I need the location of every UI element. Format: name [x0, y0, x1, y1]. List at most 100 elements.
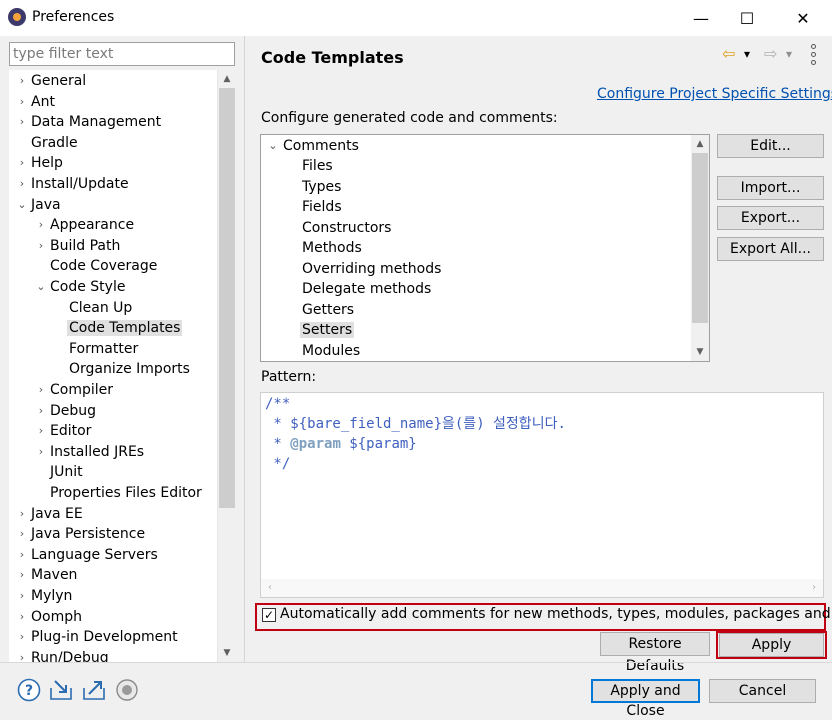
expand-icon[interactable]: › — [16, 112, 28, 132]
filter-input[interactable] — [10, 43, 234, 65]
pattern-editor[interactable]: /** * ${bare_field_name}을(를) 설정합니다. * @p… — [260, 392, 824, 598]
tree-item[interactable]: Formatter — [69, 339, 138, 359]
expand-icon[interactable]: › — [35, 442, 47, 462]
minimize-button[interactable]: — — [678, 0, 724, 36]
oomph-icon[interactable] — [115, 678, 139, 702]
auto-comments-label[interactable]: Automatically add comments for new metho… — [280, 606, 832, 622]
expand-icon[interactable]: › — [16, 607, 28, 627]
expand-icon[interactable]: › — [16, 153, 28, 173]
auto-comments-checkbox[interactable]: ✓ — [262, 608, 276, 622]
scroll-right-icon[interactable]: › — [805, 579, 823, 597]
expand-icon[interactable]: › — [16, 627, 28, 647]
tree-item[interactable]: Code Templates — [67, 318, 183, 338]
expand-icon[interactable]: › — [16, 174, 28, 194]
expand-icon[interactable]: › — [35, 421, 47, 441]
template-item[interactable]: Getters — [302, 300, 354, 320]
collapse-icon[interactable]: ⌄ — [35, 277, 47, 297]
template-item[interactable]: Constructors — [302, 218, 391, 238]
tree-item[interactable]: › Language Servers — [20, 545, 158, 565]
template-item[interactable]: Modules — [302, 341, 360, 361]
scroll-down-icon[interactable]: ▼ — [218, 644, 236, 662]
tree-item[interactable]: › General — [20, 71, 86, 91]
help-icon[interactable]: ? — [17, 678, 41, 702]
back-dropdown-icon[interactable]: ▾ — [744, 47, 750, 61]
tree-item[interactable]: › Debug — [39, 401, 96, 421]
expand-icon[interactable]: › — [35, 401, 47, 421]
tree-item[interactable]: Organize Imports — [69, 359, 190, 379]
view-menu-icon[interactable] — [808, 44, 818, 65]
export-all-button[interactable]: Export All... — [717, 237, 824, 261]
tree-scrollbar[interactable]: ▲ ▼ — [217, 70, 235, 662]
forward-dropdown-icon[interactable]: ▾ — [786, 47, 792, 61]
template-item[interactable]: Delegate methods — [302, 279, 431, 299]
cancel-button[interactable]: Cancel — [709, 679, 816, 703]
tree-item[interactable]: ⌄ Code Style — [36, 277, 125, 297]
tree-item[interactable]: › Maven — [20, 565, 78, 585]
tree-item[interactable]: Properties Files Editor — [50, 483, 202, 503]
template-item[interactable]: Methods — [302, 238, 362, 258]
export-button[interactable]: Export... — [717, 206, 824, 230]
import-button[interactable]: Import... — [717, 176, 824, 200]
templates-scrollbar[interactable]: ▲ ▼ — [691, 135, 709, 361]
tree-item[interactable]: › Install/Update — [20, 174, 129, 194]
tree-item[interactable]: › Plug-in Development — [20, 627, 178, 647]
tree-item[interactable]: › Java EE — [20, 504, 83, 524]
tree-item[interactable]: › Installed JREs — [39, 442, 144, 462]
expand-icon[interactable]: › — [16, 524, 28, 544]
tree-item[interactable]: › Mylyn — [20, 586, 73, 606]
back-arrow-icon[interactable]: ⇦ — [722, 44, 735, 63]
expand-icon[interactable]: › — [16, 648, 28, 662]
templates-root-item[interactable]: ⌄ Comments — [268, 136, 359, 156]
expand-icon[interactable]: › — [16, 586, 28, 606]
scroll-up-icon[interactable]: ▲ — [691, 135, 709, 153]
filter-box[interactable] — [9, 42, 235, 66]
expand-icon[interactable]: › — [35, 236, 47, 256]
pattern-hscrollbar[interactable]: ‹ › — [261, 579, 823, 597]
scroll-down-icon[interactable]: ▼ — [691, 343, 709, 361]
scroll-up-icon[interactable]: ▲ — [218, 70, 236, 88]
apply-and-close-button[interactable]: Apply and Close — [591, 679, 700, 719]
template-item[interactable]: Setters — [300, 320, 355, 340]
tree-item[interactable]: › Compiler — [39, 380, 113, 400]
tree-item[interactable]: › Run/Debug — [20, 648, 109, 662]
tree-item[interactable]: ⌄ Java — [17, 195, 60, 215]
tree-item[interactable]: › Ant — [20, 92, 55, 112]
tree-item[interactable]: › Build Path — [39, 236, 121, 256]
export-icon[interactable] — [82, 678, 106, 702]
template-item[interactable]: Fields — [302, 197, 342, 217]
tree-scroll-thumb[interactable] — [219, 88, 235, 508]
tree-item[interactable]: Code Coverage — [50, 256, 157, 276]
maximize-button[interactable]: ☐ — [724, 0, 770, 36]
tree-item[interactable]: JUnit — [50, 462, 83, 482]
collapse-icon[interactable]: ⌄ — [267, 136, 279, 156]
tree-item[interactable]: › Editor — [39, 421, 92, 441]
edit-button[interactable]: Edit... — [717, 134, 824, 158]
expand-icon[interactable]: › — [16, 545, 28, 565]
template-item[interactable]: Types — [302, 177, 341, 197]
expand-icon[interactable]: › — [35, 215, 47, 235]
pattern-code[interactable]: /** * ${bare_field_name}을(를) 설정합니다. * @p… — [265, 394, 566, 474]
expand-icon[interactable]: › — [35, 380, 47, 400]
tree-item[interactable]: › Help — [20, 153, 63, 173]
configure-project-link[interactable]: Configure Project Specific Settings... — [597, 86, 832, 102]
forward-arrow-icon[interactable]: ⇨ — [764, 44, 777, 63]
templates-scroll-thumb[interactable] — [692, 153, 708, 323]
expand-icon[interactable]: › — [16, 92, 28, 112]
expand-icon[interactable]: › — [16, 565, 28, 585]
restore-defaults-button[interactable]: Restore Defaults — [600, 632, 710, 674]
expand-icon[interactable]: › — [16, 504, 28, 524]
collapse-icon[interactable]: ⌄ — [16, 195, 28, 215]
tree-item[interactable]: › Appearance — [39, 215, 134, 235]
template-item[interactable]: Overriding methods — [302, 259, 441, 279]
tree-item[interactable]: › Java Persistence — [20, 524, 145, 544]
tree-item[interactable]: Clean Up — [69, 298, 132, 318]
scroll-left-icon[interactable]: ‹ — [261, 579, 279, 597]
expand-icon[interactable]: › — [16, 71, 28, 91]
tree-item[interactable]: › Data Management — [20, 112, 161, 132]
import-icon[interactable] — [49, 678, 73, 702]
tree-item[interactable]: › Oomph — [20, 607, 82, 627]
close-button[interactable]: ✕ — [780, 0, 826, 36]
tree-item[interactable]: Gradle — [31, 133, 78, 153]
template-item-label: Methods — [302, 240, 362, 256]
template-item[interactable]: Files — [302, 156, 333, 176]
